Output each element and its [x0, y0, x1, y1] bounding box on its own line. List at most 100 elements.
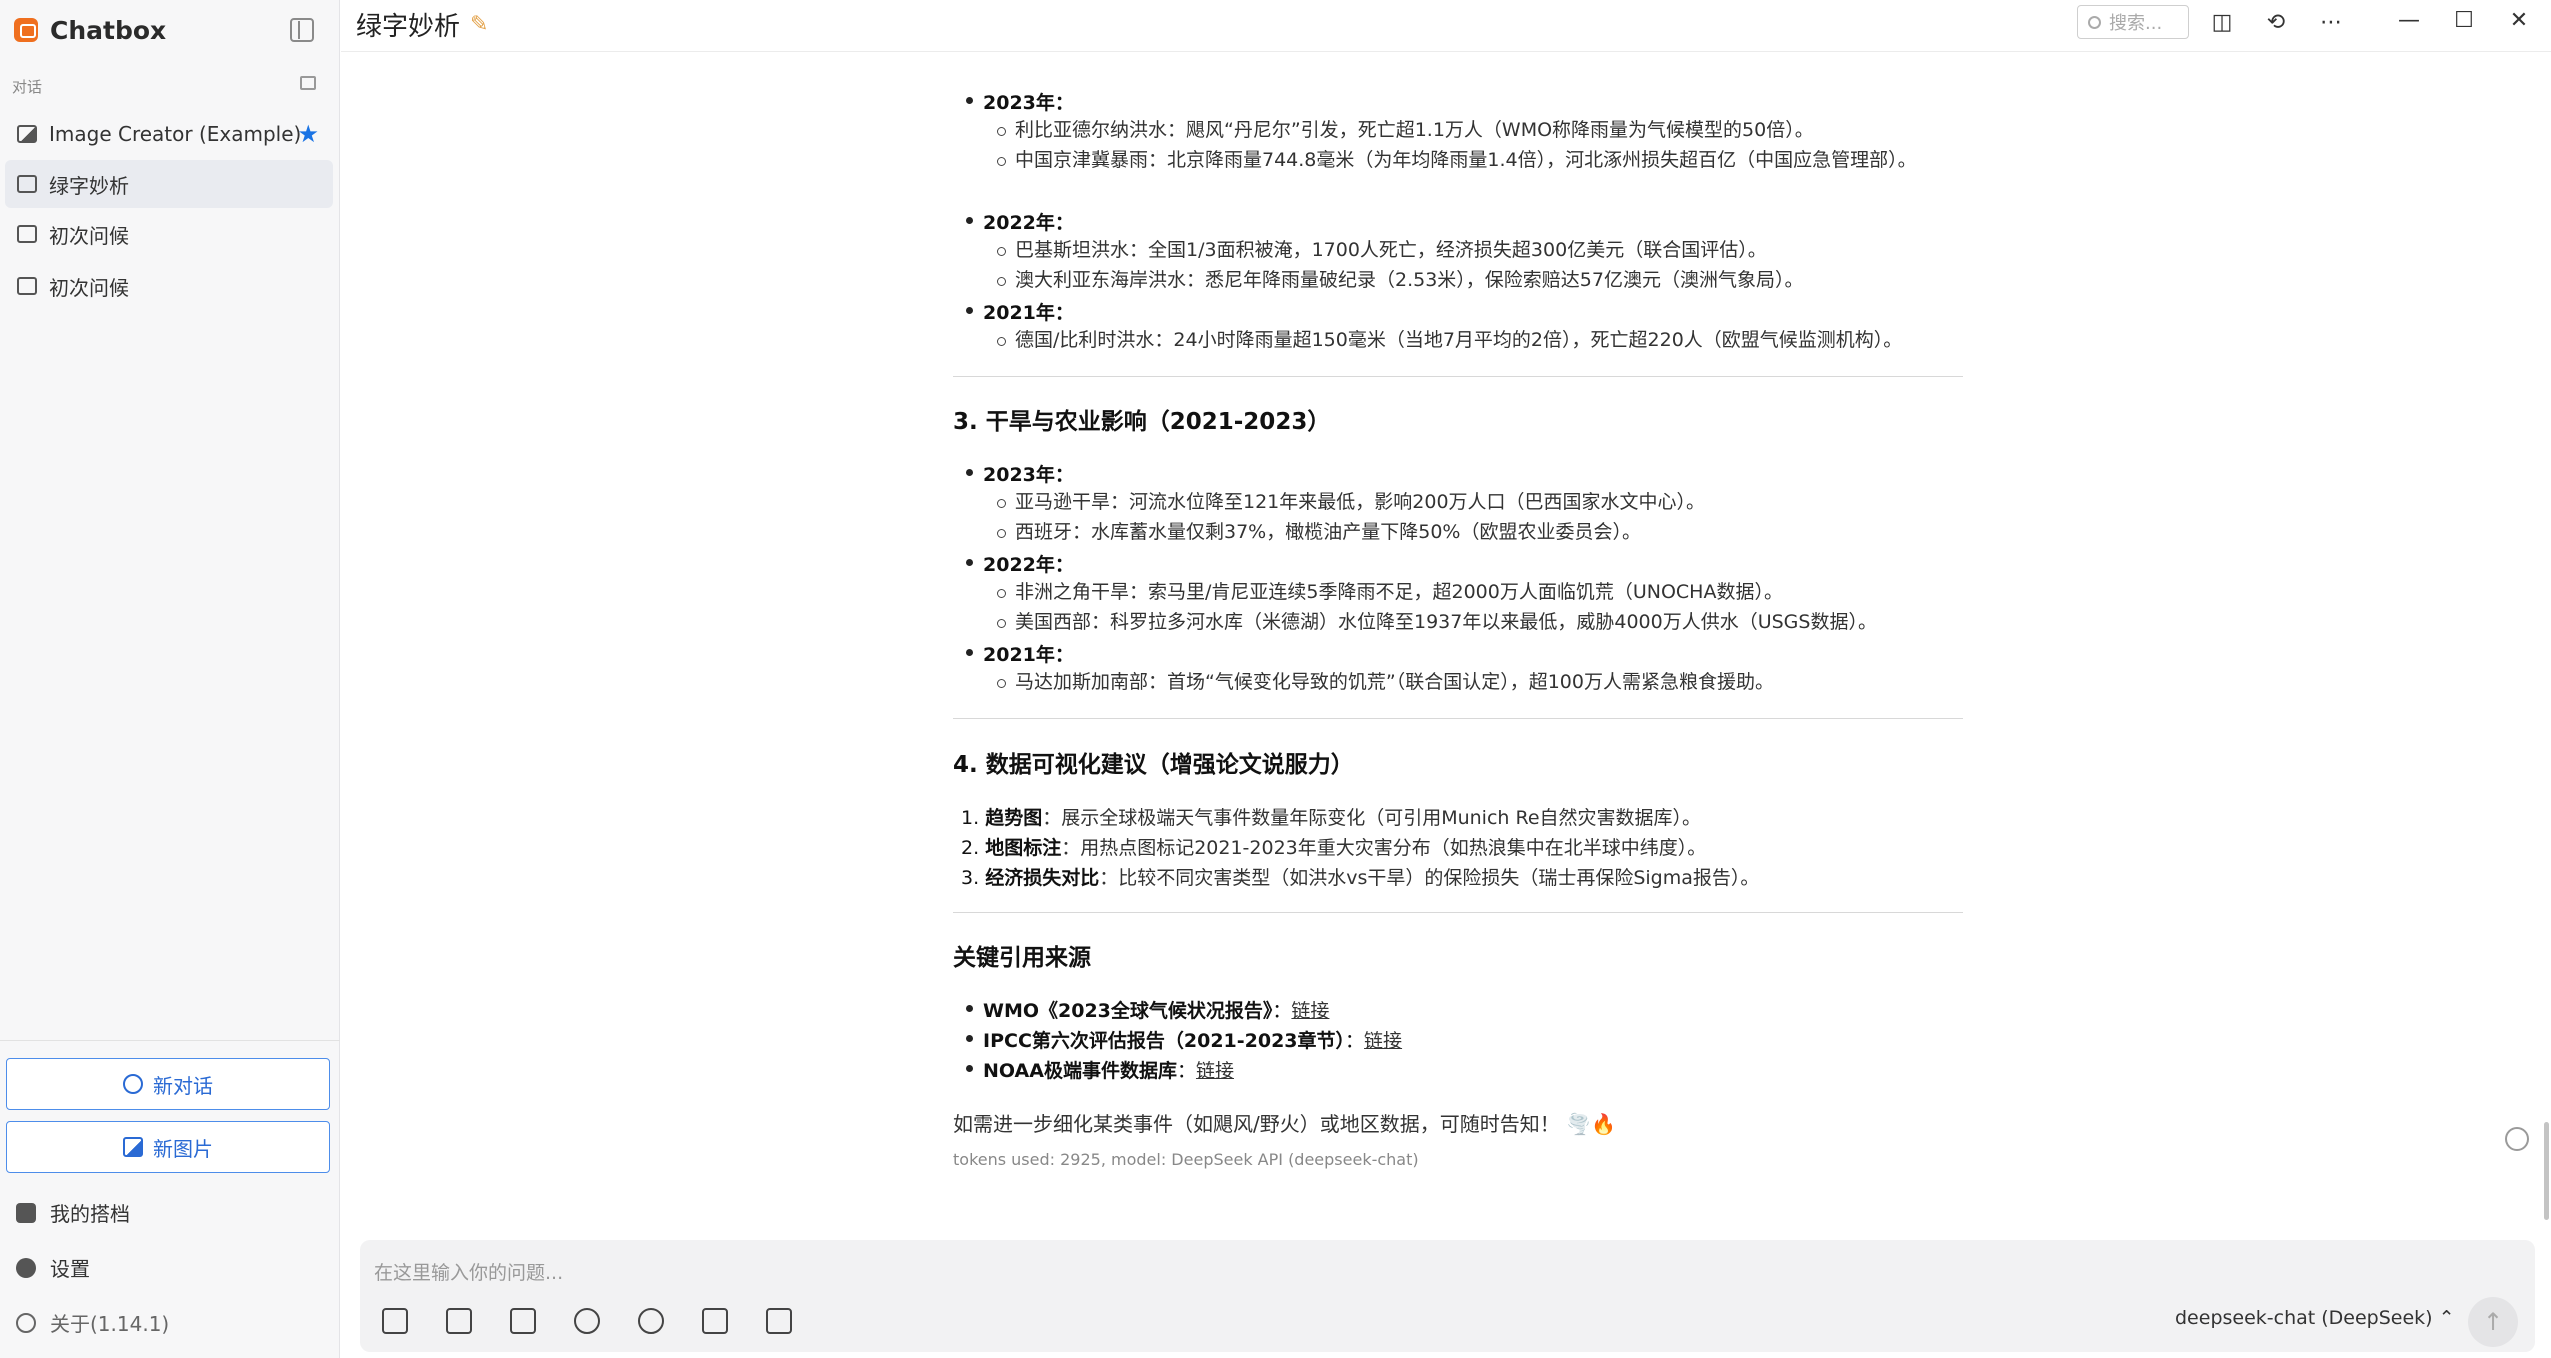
chatbox-app: Chatbox 对话 Image Creator (Example) ★ 绿字妙… [0, 0, 2551, 1358]
archive-icon[interactable] [300, 76, 316, 90]
year-label: 2023年： [966, 460, 1074, 487]
conversation-label: 绿字妙析 [49, 173, 129, 198]
search-input[interactable]: 搜索... [2077, 5, 2189, 39]
info-icon [16, 1312, 36, 1333]
star-icon[interactable]: ★ [297, 120, 319, 148]
list-item-label: 地图标注 [985, 837, 1062, 859]
year-label: 2023年： [966, 88, 1074, 115]
year-label: 2022年： [966, 550, 1074, 577]
app-name: Chatbox [50, 15, 167, 45]
chatbox-logo-icon [14, 18, 38, 42]
list-number: 2. [961, 837, 980, 859]
list-item: 澳大利亚东海岸洪水：悉尼年降雨量破纪录（2.53米），保险索赔达57亿澳元（澳洲… [997, 265, 1945, 295]
list-item: 西班牙：水库蓄水量仅剩37%，橄榄油产量下降50%（欧盟农业委员会）。 [997, 517, 1945, 547]
list-item-label: 经济损失对比 [985, 867, 1100, 889]
list-item: 中国京津冀暴雨：北京降雨量744.8毫米（为年均降雨量1.4倍），河北涿州损失超… [997, 145, 1945, 175]
attach-file-icon[interactable] [382, 1308, 408, 1334]
year-label: 2021年： [966, 298, 1074, 325]
list-number: 1. [961, 807, 980, 829]
divider [953, 912, 1963, 913]
source-link[interactable]: 链接 [1196, 1060, 1234, 1082]
brand: Chatbox [14, 14, 166, 46]
section-heading: 关键引用来源 [953, 945, 1091, 971]
list-item-text: ：用热点图标记2021-2023年重大灾害分布（如热浪集中在北半球中纬度）。 [1061, 837, 1707, 859]
section-heading: 4. 数据可视化建议（增强论文说服力） [953, 752, 1354, 778]
message-meta: tokens used: 2925, model: DeepSeek API (… [953, 1150, 1419, 1169]
list-item: 美国西部：科罗拉多河水库（米德湖）水位降至1937年以来最低，威胁4000万人供… [997, 607, 1945, 637]
search-icon [2088, 15, 2101, 29]
minimize-window-icon[interactable]: — [2396, 8, 2422, 34]
source-separator: ： [1345, 1030, 1365, 1052]
list-item-text: ：展示全球极端天气事件数量年际变化（可引用Munich Re自然灾害数据库）。 [1042, 807, 1702, 829]
new-image-button[interactable]: 新图片 [6, 1121, 330, 1173]
section-heading: 3. 干旱与农业影响（2021-2023） [953, 409, 1331, 435]
settings-sliders-icon[interactable] [766, 1308, 792, 1334]
list-item-label: 趋势图 [985, 807, 1043, 829]
list-item: 马达加斯加南部：首场“气候变化导致的饥荒”（联合国认定），超100万人需紧急粮食… [997, 667, 1945, 697]
folder-icon[interactable] [510, 1308, 536, 1334]
source-link[interactable]: 链接 [1364, 1030, 1402, 1052]
conversation-label: 初次问候 [49, 223, 129, 248]
list-item: 亚马逊干旱：河流水位降至121年来最低，影响200万人口（巴西国家水文中心）。 [997, 487, 1945, 517]
settings-link[interactable]: 设置 [16, 1253, 90, 1282]
link-icon[interactable] [574, 1308, 600, 1334]
list-item: 1. 趋势图：展示全球极端天气事件数量年际变化（可引用Munich Re自然灾害… [961, 803, 1701, 830]
sidebar: Chatbox 对话 Image Creator (Example) ★ 绿字妙… [0, 0, 340, 1358]
conversation-item[interactable]: 初次问候 [5, 262, 333, 310]
about-link[interactable]: 关于(1.14.1) [16, 1308, 169, 1337]
web-search-icon[interactable] [638, 1308, 664, 1334]
scrollbar[interactable] [2544, 1122, 2549, 1220]
close-window-icon[interactable]: ✕ [2506, 8, 2532, 34]
new-chat-label: 新对话 [153, 1073, 213, 1098]
chat-bubble-icon [17, 225, 37, 243]
toggle-panel-icon[interactable]: ◫ [2209, 10, 2235, 36]
collapse-sidebar-icon[interactable] [290, 18, 314, 42]
maximize-window-icon[interactable]: ☐ [2451, 8, 2477, 34]
list-item: 3. 经济损失对比：比较不同灾害类型（如洪水vs干旱）的保险损失（瑞士再保险Si… [961, 863, 1759, 890]
year-label: 2021年： [966, 640, 1074, 667]
image-icon [17, 125, 37, 143]
more-options-icon[interactable]: ⋯ [2318, 10, 2344, 36]
list-item: IPCC第六次评估报告（2021-2023章节）：链接 [965, 1026, 1402, 1053]
chat-bubble-icon [17, 175, 37, 193]
scroll-to-top-icon[interactable] [2505, 1127, 2529, 1151]
attach-image-icon[interactable] [446, 1308, 472, 1334]
history-icon[interactable]: ⟲ [2263, 10, 2289, 36]
divider [953, 376, 1963, 377]
robot-icon [16, 1202, 36, 1223]
add-image-icon [123, 1137, 143, 1157]
year-label: 2022年： [966, 208, 1074, 235]
list-item: 巴基斯坦洪水：全国1/3面积被淹，1700人死亡，经济损失超300亿美元（联合国… [997, 235, 1945, 265]
new-image-label: 新图片 [153, 1136, 213, 1161]
list-item: 2. 地图标注：用热点图标记2021-2023年重大灾害分布（如热浪集中在北半球… [961, 833, 1706, 860]
conversation-item[interactable]: 初次问候 [5, 210, 333, 258]
conversations-section-label: 对话 [12, 78, 43, 96]
conversation-item-active[interactable]: 绿字妙析 [5, 160, 333, 208]
source-label: NOAA极端事件数据库 [983, 1060, 1177, 1082]
edit-title-icon[interactable]: ✎ [470, 12, 488, 37]
send-button[interactable]: ↑ [2468, 1297, 2518, 1347]
settings-label: 设置 [50, 1257, 90, 1281]
header: 绿字妙析 ✎ 搜索... ◫ ⟲ ⋯ — ☐ ✕ [341, 0, 2551, 52]
page-title: 绿字妙析 [356, 12, 461, 42]
message-input[interactable]: 在这里输入你的问题... [374, 1258, 563, 1285]
list-item: 非洲之角干旱：索马里/肯尼亚连续5季降雨不足，超2000万人面临饥荒（UNOCH… [997, 577, 1945, 607]
gear-icon [16, 1257, 36, 1278]
source-label: WMO《2023全球气候状况报告》 [983, 1000, 1273, 1022]
my-partners-link[interactable]: 我的搭档 [16, 1198, 130, 1227]
my-partners-label: 我的搭档 [50, 1202, 130, 1226]
about-label: 关于(1.14.1) [50, 1312, 170, 1336]
model-selector[interactable]: deepseek-chat (DeepSeek) ⌃ [2175, 1307, 2455, 1329]
new-chat-button[interactable]: 新对话 [6, 1058, 330, 1110]
source-separator: ： [1272, 1000, 1292, 1022]
tools-icon[interactable] [702, 1308, 728, 1334]
composer: 在这里输入你的问题... deepseek-chat (DeepSeek) ⌃ … [360, 1240, 2535, 1352]
list-item: WMO《2023全球气候状况报告》：链接 [965, 996, 1329, 1023]
list-item: 德国/比利时洪水：24小时降雨量超150毫米（当地7月平均的2倍），死亡超220… [997, 325, 1945, 355]
source-link[interactable]: 链接 [1291, 1000, 1329, 1022]
closing-text: 如需进一步细化某类事件（如飓风/野火）或地区数据，可随时告知！ 🌪️🔥 [953, 1112, 1616, 1136]
list-item: NOAA极端事件数据库：链接 [966, 1056, 1234, 1083]
plus-circle-icon [123, 1074, 143, 1094]
conversation-item-image-creator[interactable]: Image Creator (Example) ★ [5, 110, 333, 158]
list-item: 利比亚德尔纳洪水：飓风“丹尼尔”引发，死亡超1.1万人（WMO称降雨量为气候模型… [997, 115, 1945, 145]
